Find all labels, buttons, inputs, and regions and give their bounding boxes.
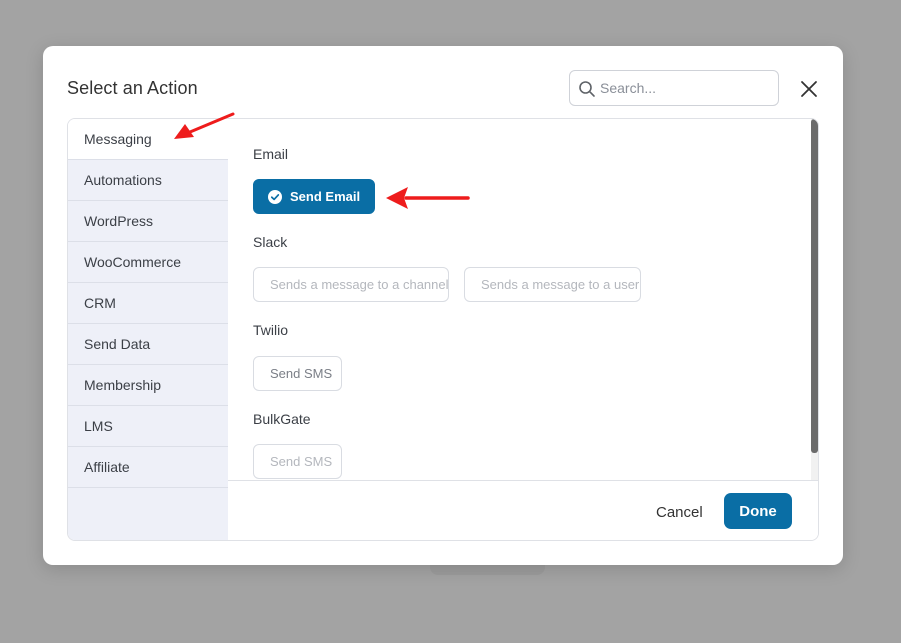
twilio-send-sms-button[interactable]: Send SMS [253, 356, 342, 391]
sidebar-item-label: Membership [84, 377, 162, 393]
sidebar-item-membership[interactable]: Membership [68, 365, 228, 406]
actions-content: Email Send Email Slack Sends a message t… [228, 119, 818, 480]
scrollbar-thumb[interactable] [811, 119, 818, 453]
sidebar-item-label: WordPress [84, 213, 153, 229]
group-label-slack: Slack [253, 234, 288, 250]
slack-channel-message-button[interactable]: Sends a message to a channel [253, 267, 449, 302]
send-email-label: Send Email [290, 189, 361, 204]
sidebar-item-label: CRM [84, 295, 116, 311]
sidebar-item-label: WooCommerce [84, 254, 181, 270]
group-label-bulkgate: BulkGate [253, 411, 311, 427]
modal-footer: Cancel Done [228, 480, 818, 540]
sidebar-item-crm[interactable]: CRM [68, 283, 228, 324]
group-label-twilio: Twilio [253, 322, 289, 338]
cancel-button[interactable]: Cancel [644, 494, 715, 530]
sidebar-item-label: Messaging [84, 131, 152, 147]
sidebar-item-label: LMS [84, 418, 113, 434]
sidebar-item-wordpress[interactable]: WordPress [68, 201, 228, 242]
action-panel: Messaging Automations WordPress WooComme… [67, 118, 819, 541]
sidebar-item-label: Automations [84, 172, 162, 188]
done-button[interactable]: Done [724, 493, 792, 529]
search-box[interactable] [569, 70, 779, 106]
bulkgate-send-sms-button[interactable]: Send SMS [253, 444, 342, 479]
slack-user-message-button[interactable]: Sends a message to a user [464, 267, 641, 302]
sidebar-item-woocommerce[interactable]: WooCommerce [68, 242, 228, 283]
select-action-modal: Select an Action Messaging Automations W… [43, 46, 843, 565]
annotation-arrow-icon [386, 187, 470, 209]
check-circle-icon [268, 189, 282, 204]
sidebar-item-affiliate[interactable]: Affiliate [68, 447, 228, 488]
search-icon [579, 81, 595, 97]
group-label-email: Email [253, 146, 289, 162]
sidebar-item-automations[interactable]: Automations [68, 160, 228, 201]
close-icon[interactable] [797, 77, 821, 101]
content-scrollbar[interactable] [811, 119, 818, 480]
sidebar-item-label: Affiliate [84, 459, 130, 475]
sidebar-item-label: Send Data [84, 336, 151, 352]
annotation-arrow-icon [174, 112, 235, 139]
search-input[interactable] [600, 77, 770, 99]
send-email-button[interactable]: Send Email [253, 179, 376, 214]
sidebar-item-lms[interactable]: LMS [68, 406, 228, 447]
sidebar-item-send-data[interactable]: Send Data [68, 324, 228, 365]
modal-title: Select an Action [67, 78, 198, 98]
category-sidebar: Messaging Automations WordPress WooComme… [68, 119, 228, 540]
